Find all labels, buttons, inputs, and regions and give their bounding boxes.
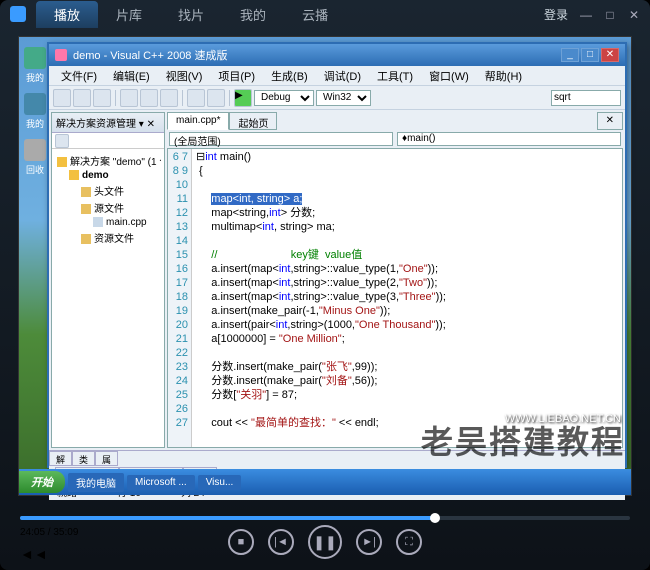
btab-class[interactable]: 类 [72,451,95,466]
player-titlebar: 播放 片库 找片 我的 云播 登录 — □ ✕ [0,0,650,28]
player-controls: ■ |◄ ❚❚ ►| ⛶ [0,504,650,564]
tb-cut-icon[interactable] [120,89,138,107]
line-gutter: 6 7 8 9 10 11 12 13 14 15 16 17 18 19 20… [168,149,192,447]
tree-folder[interactable]: 头文件 [55,182,161,199]
vs-min-icon[interactable]: _ [561,48,579,62]
solution-tree[interactable]: 解决方案 "demo" (1 个项目 demo 头文件 源文件 main.cpp… [52,149,164,249]
next-button[interactable]: ►| [356,529,382,555]
sol-tb-icon[interactable] [55,134,69,148]
stop-button[interactable]: ■ [228,529,254,555]
fullscreen-button[interactable]: ⛶ [396,529,422,555]
player-tab-library[interactable]: 片库 [98,1,160,28]
menu-edit[interactable]: 编辑(E) [105,66,158,85]
tb-run-icon[interactable]: ▶ [234,89,252,107]
config-select[interactable]: Debug [254,90,314,106]
play-pause-button[interactable]: ❚❚ [308,525,342,559]
tree-project[interactable]: demo [55,169,161,182]
tb-new-icon[interactable] [53,89,71,107]
prev-button[interactable]: |◄ [268,529,294,555]
seek-thumb-icon[interactable] [430,513,440,523]
editor-tab-main[interactable]: main.cpp* [167,112,229,130]
tree-folder[interactable]: 资源文件 [55,229,161,246]
vs-toolbar: ▶ Debug Win32 [49,86,625,110]
vs-max-icon[interactable]: □ [581,48,599,62]
find-input[interactable] [551,90,621,106]
player-logo-icon [10,6,26,22]
vs-title: demo - Visual C++ 2008 速成版 [73,47,227,63]
watermark-text: 老吴搭建教程 [421,417,625,463]
editor-panel: main.cpp* 起始页 ✕ (全局范围) ♦main() 6 7 8 9 1… [167,112,623,448]
login-link[interactable]: 登录 [544,6,568,23]
prev-track-icon[interactable]: ◄◄ [20,546,48,562]
tb-save-icon[interactable] [93,89,111,107]
task-item[interactable]: Visu... [198,475,242,490]
vs-app-icon [55,49,67,61]
tree-file[interactable]: main.cpp [55,216,161,229]
btab-solution[interactable]: 解 [49,451,72,466]
time-display: 24:05 / 35:09 [20,527,78,538]
menu-window[interactable]: 窗口(W) [421,66,477,85]
player-tab-play[interactable]: 播放 [36,1,98,28]
minimize-icon[interactable]: — [580,8,592,20]
solution-title: 解决方案资源管理 ▾ ✕ [52,113,164,133]
tb-undo-icon[interactable] [187,89,205,107]
player-tabs: 播放 片库 找片 我的 云播 [36,1,346,28]
player-tab-mine[interactable]: 我的 [222,1,284,28]
task-item[interactable]: Microsoft ... [127,475,195,490]
menu-tools[interactable]: 工具(T) [369,66,421,85]
tb-copy-icon[interactable] [140,89,158,107]
video-viewport: 我的 我的 回收 demo - Visual C++ 2008 速成版 _ □ … [18,36,632,496]
scope-select[interactable]: (全局范围) [169,132,393,146]
maximize-icon[interactable]: □ [604,8,616,20]
menu-build[interactable]: 生成(B) [263,66,316,85]
xp-taskbar: 开始 我的电脑 Microsoft ... Visu... [19,469,631,495]
desktop-icon[interactable]: 我的 [21,93,49,130]
tb-redo-icon[interactable] [207,89,225,107]
vs-window: demo - Visual C++ 2008 速成版 _ □ ✕ 文件(F) 编… [47,42,627,468]
code-text[interactable]: ⊟int main() { map<int, string> a; map<st… [192,149,622,447]
menu-file[interactable]: 文件(F) [53,66,105,85]
player-tab-cloud[interactable]: 云播 [284,1,346,28]
vs-close-icon[interactable]: ✕ [601,48,619,62]
start-button[interactable]: 开始 [19,471,65,493]
solution-explorer: 解决方案资源管理 ▾ ✕ 解决方案 "demo" (1 个项目 demo 头文件… [51,112,165,448]
vs-menubar: 文件(F) 编辑(E) 视图(V) 项目(P) 生成(B) 调试(D) 工具(T… [49,66,625,86]
btab-prop[interactable]: 属 [95,451,118,466]
tree-folder[interactable]: 源文件 [55,199,161,216]
menu-view[interactable]: 视图(V) [158,66,211,85]
menu-help[interactable]: 帮助(H) [477,66,530,85]
task-item[interactable]: 我的电脑 [68,473,124,492]
editor-tab-start[interactable]: 起始页 [229,112,277,130]
menu-project[interactable]: 项目(P) [210,66,263,85]
platform-select[interactable]: Win32 [316,90,371,106]
editor-tab-close-icon[interactable]: ✕ [597,112,623,130]
tree-solution[interactable]: 解决方案 "demo" (1 个项目 [55,152,161,169]
player-tab-find[interactable]: 找片 [160,1,222,28]
tb-open-icon[interactable] [73,89,91,107]
code-editor[interactable]: 6 7 8 9 10 11 12 13 14 15 16 17 18 19 20… [167,148,623,448]
desktop-icon[interactable]: 回收 [21,139,49,176]
desktop-icon[interactable]: 我的 [21,47,49,84]
function-select[interactable]: ♦main() [397,132,621,146]
tb-paste-icon[interactable] [160,89,178,107]
vs-titlebar[interactable]: demo - Visual C++ 2008 速成版 _ □ ✕ [49,44,625,66]
menu-debug[interactable]: 调试(D) [316,66,369,85]
seek-bar[interactable] [20,516,630,520]
close-icon[interactable]: ✕ [628,8,640,20]
